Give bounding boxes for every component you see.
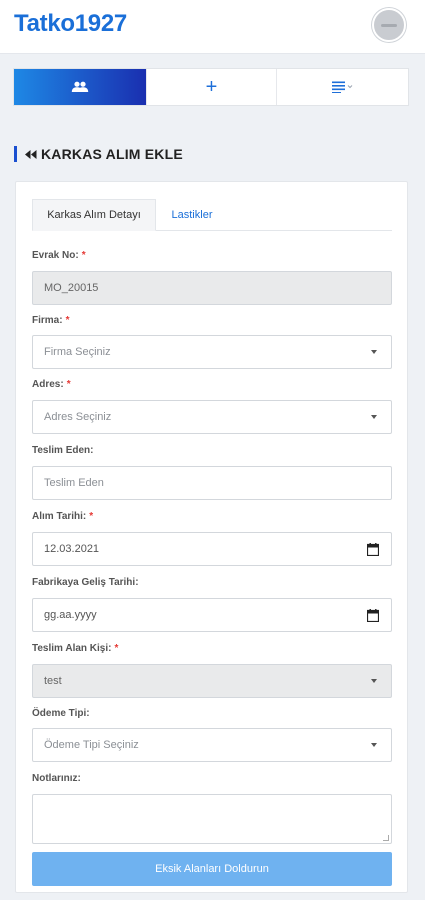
required-mark: * [81,250,86,261]
form-card: Karkas Alım Detayı Lastikler Evrak No: * … [15,181,408,893]
nav-bar: + [13,68,409,106]
app-header: Tatko1927 [0,0,425,54]
required-mark: * [65,315,70,326]
teslim-eden-label: Teslim Eden: [32,445,94,456]
fabrikaya-gelis-value: gg.aa.yyyy [44,609,97,621]
notlar-textarea[interactable] [32,794,392,844]
app-title[interactable]: Tatko1927 [14,10,127,38]
notlar-label: Notlarınız: [32,773,81,784]
required-mark: * [66,379,71,390]
adres-label: Adres: * [32,379,71,390]
teslim-alan-label: Teslim Alan Kişi: * [32,643,118,654]
submit-button[interactable]: Eksik Alanları Doldurun [32,852,392,886]
teslim-alan-value: test [44,675,62,687]
adres-label-text: Adres: [32,379,64,390]
menu-nav-button[interactable] [277,69,408,105]
alim-tarihi-field[interactable]: 12.03.2021 [32,532,392,566]
list-menu-icon [331,81,352,93]
calendar-icon[interactable] [367,609,379,622]
odeme-tipi-select[interactable]: Ödeme Tipi Seçiniz [32,728,392,762]
users-nav-button[interactable] [14,69,146,105]
firma-label-text: Firma: [32,315,63,326]
teslim-alan-select[interactable]: test [32,664,392,698]
odeme-tipi-value: Ödeme Tipi Seçiniz [44,739,139,751]
adres-select[interactable]: Adres Seçiniz [32,400,392,434]
odeme-tipi-label: Ödeme Tipi: [32,708,90,719]
evrak-no-field[interactable]: MO_20015 [32,271,392,305]
section-title: KARKAS ALIM EKLE [41,146,183,162]
firma-label: Firma: * [32,315,69,326]
firma-select[interactable]: Firma Seçiniz [32,335,392,369]
firma-select-value: Firma Seçiniz [44,346,111,358]
alim-tarihi-value: 12.03.2021 [44,543,100,555]
required-mark: * [89,511,94,522]
alim-tarihi-label: Alım Tarihi: * [32,511,93,522]
evrak-no-label-text: Evrak No: [32,250,79,261]
tab-lastikler[interactable]: Lastikler [156,199,228,231]
fabrikaya-gelis-field[interactable]: gg.aa.yyyy [32,598,392,632]
chevron-down-icon [371,415,377,419]
plus-icon: + [205,76,218,98]
avatar-placeholder-icon [381,24,397,27]
section-accent-bar [14,146,17,162]
tab-karkas-alim-detayi[interactable]: Karkas Alım Detayı [32,199,156,231]
resize-handle-icon[interactable] [383,835,389,841]
section-header: KARKAS ALIM EKLE [14,144,183,164]
avatar[interactable] [372,8,406,42]
teslim-eden-field[interactable]: Teslim Eden [32,466,392,500]
fabrikaya-gelis-label: Fabrikaya Geliş Tarihi: [32,577,139,588]
adres-select-value: Adres Seçiniz [44,411,112,423]
users-icon [71,81,89,92]
alim-tarihi-label-text: Alım Tarihi: [32,511,87,522]
calendar-icon[interactable] [367,543,379,556]
add-nav-button[interactable]: + [146,69,277,105]
chevron-down-icon [371,679,377,683]
chevron-down-icon [371,743,377,747]
teslim-alan-label-text: Teslim Alan Kişi: [32,643,112,654]
chevron-down-icon [371,350,377,354]
tab-bar: Karkas Alım Detayı Lastikler [32,199,392,231]
evrak-no-label: Evrak No: * [32,250,86,261]
required-mark: * [114,643,119,654]
double-chevron-left-icon[interactable] [25,149,37,159]
